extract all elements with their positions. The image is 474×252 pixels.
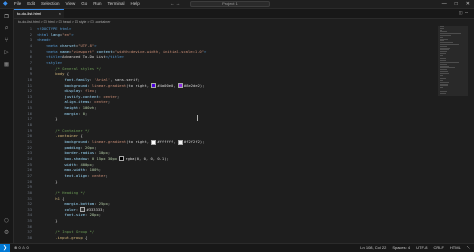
explorer-icon[interactable]: ❐ [3,13,10,20]
line-number: 38 [27,235,32,241]
run-debug-icon[interactable]: ▷ [3,49,10,56]
menu-file[interactable]: File [14,1,21,7]
menu-view[interactable]: View [66,1,76,7]
tab-label: to-do-list.html [17,11,42,16]
code-line[interactable]: } [37,218,57,224]
text-cursor [197,115,198,121]
code-line[interactable]: } [37,116,57,122]
menu-selection[interactable]: Selection [41,1,60,7]
source-control-icon[interactable]: ⑂ [3,37,10,44]
minimap-line [440,74,443,76]
menu-run[interactable]: Run [93,1,101,7]
menu-edit[interactable]: Edit [27,1,35,7]
minimap-line [440,87,443,89]
extensions-icon[interactable]: ▦ [3,61,10,68]
split-editor-icon[interactable]: ◫ ⋯ [459,10,468,17]
minimap-line [440,54,443,56]
close-window-icon[interactable]: ✕ [466,1,470,7]
minimize-icon[interactable]: — [442,1,447,7]
breadcrumb[interactable]: to-do-list.html > ⚀ html > ⚀ head > ⚀ st… [14,19,474,25]
activity-bar: ❐ ⌕ ⑂ ▷ ▦ ○ ⚙ [0,9,14,243]
account-icon[interactable]: ○ [3,217,10,224]
vscode-logo-icon: ◆ [3,1,8,7]
minimap[interactable] [438,26,468,243]
window-controls: — □ ✕ [442,1,470,7]
menu-go[interactable]: Go [81,1,87,7]
maximize-icon[interactable]: □ [455,1,458,7]
nav-arrows: ← → [170,1,180,7]
title-bar: ◆ File Edit Selection View Go Run Termin… [0,0,474,9]
menu-terminal[interactable]: Terminal [108,1,125,7]
menu-help[interactable]: Help [131,1,140,7]
command-center-search[interactable]: Project 1 [190,1,270,7]
close-tab-icon[interactable]: × [59,10,61,18]
settings-gear-icon[interactable]: ⚙ [3,229,10,236]
tab-to-do-list[interactable]: to-do-list.html × [14,9,64,18]
back-arrow-icon[interactable]: ← [170,1,175,6]
minimap-line [440,92,447,94]
forward-arrow-icon[interactable]: → [176,1,181,6]
code-line[interactable]: } [37,179,57,185]
menu-bar: File Edit Selection View Go Run Terminal… [14,1,140,7]
code-line[interactable]: .input-group { [37,235,87,241]
editor-tabs: to-do-list.html × ◫ ⋯ [14,9,474,19]
vertical-scrollbar[interactable] [468,26,473,243]
search-icon[interactable]: ⌕ [3,25,10,32]
